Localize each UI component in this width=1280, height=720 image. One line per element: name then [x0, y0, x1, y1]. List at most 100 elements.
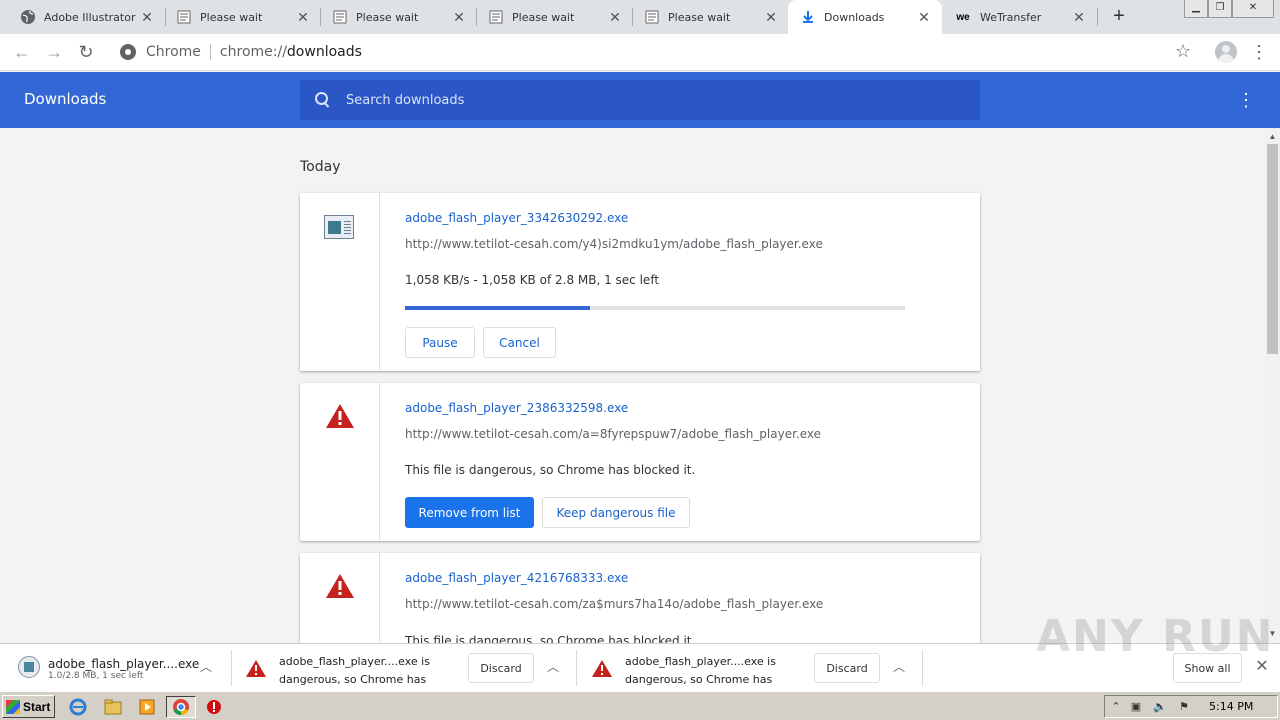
tab-adobe-illustrator[interactable]: Adobe Illustrator C ✕ [0, 0, 165, 34]
progress-fill [405, 306, 590, 310]
download-icon [800, 9, 816, 25]
scroll-up-arrow-icon[interactable]: ▲ [1265, 130, 1280, 144]
watermark-text: ANY RUN [1036, 611, 1275, 662]
forward-button[interactable]: → [42, 40, 66, 64]
shelf-progress-text: 1.0/2.8 MB, 1 sec left [48, 671, 144, 681]
media-player-icon[interactable] [135, 696, 159, 718]
page-title: Downloads [24, 90, 107, 108]
system-tray: ⌃ ▣ 🔈 ⚑ 5:14 PM [1104, 695, 1278, 718]
file-url-link[interactable]: http://www.tetilot-cesah.com/za$murs7ha1… [405, 597, 823, 611]
chevron-up-icon[interactable]: ︿ [891, 659, 907, 675]
tab-title: WeTransfer [980, 10, 1042, 24]
close-icon[interactable]: ✕ [139, 9, 155, 25]
browser-toolbar: ← → ↻ Chrome chrome://downloads ☆ ⋮ [0, 34, 1280, 71]
shelf-item: adobe_flash_player....exe is dangerous, s… [577, 644, 922, 704]
flag-icon[interactable]: ⚑ [1177, 700, 1191, 714]
chevron-up-icon[interactable]: ︿ [198, 659, 214, 675]
tab-title: Please wait [200, 10, 263, 24]
tab-wetransfer[interactable]: we WeTransfer ✕ [942, 0, 1097, 34]
chrome-icon [120, 44, 136, 60]
danger-message: This file is dangerous, so Chrome has bl… [405, 634, 696, 643]
tab-strip: Adobe Illustrator C ✕ Please wait ✕ Plea… [0, 0, 1280, 34]
close-icon[interactable]: ✕ [607, 9, 623, 25]
tab-please-wait-2[interactable]: Please wait ✕ [312, 0, 477, 34]
clock: 5:14 PM [1209, 700, 1254, 713]
windows-taskbar: Start ⌃ ▣ 🔈 ⚑ 5:14 PM [0, 691, 1280, 720]
danger-message: This file is dangerous, so Chrome has bl… [405, 463, 696, 477]
date-heading: Today [300, 159, 341, 175]
warning-icon [326, 574, 354, 598]
exe-file-icon [324, 215, 354, 239]
reload-button[interactable]: ↻ [74, 40, 98, 64]
windows-logo-icon [6, 699, 20, 714]
discard-button[interactable]: Discard [468, 653, 534, 683]
tab-title: Please wait [512, 10, 575, 24]
file-url-link[interactable]: http://www.tetilot-cesah.com/a=8fyrepspu… [405, 427, 821, 441]
restore-button[interactable]: ❐ [1208, 0, 1232, 18]
file-name-link[interactable]: adobe_flash_player_2386332598.exe [405, 401, 628, 415]
start-button[interactable]: Start [2, 695, 55, 718]
file-name-link[interactable]: adobe_flash_player_3342630292.exe [405, 211, 628, 225]
new-tab-button[interactable]: + [1109, 6, 1129, 26]
scroll-thumb[interactable] [1267, 144, 1278, 354]
tab-title: Downloads [824, 10, 885, 24]
shelf-item[interactable]: adobe_flash_player....exe 1.0/2.8 MB, 1 … [0, 644, 228, 692]
site-label: Chrome [146, 44, 201, 60]
search-input[interactable] [346, 92, 946, 108]
internet-explorer-icon[interactable] [66, 696, 90, 718]
page-icon [176, 9, 192, 25]
scrollbar[interactable]: ▲ ▼ [1265, 128, 1280, 643]
tab-title: Please wait [356, 10, 419, 24]
tray-expand-icon[interactable]: ⌃ [1109, 700, 1123, 714]
close-icon[interactable]: ✕ [295, 9, 311, 25]
progress-bar [405, 306, 905, 310]
volume-icon[interactable]: 🔈 [1153, 700, 1167, 714]
downloads-list: Today adobe_flash_player_3342630292.exe … [0, 128, 1265, 643]
remove-from-list-button[interactable]: Remove from list [405, 497, 534, 528]
network-icon[interactable]: ▣ [1129, 700, 1143, 714]
cancel-button[interactable]: Cancel [483, 327, 556, 358]
tab-title: Adobe Illustrator C [44, 10, 139, 24]
tab-please-wait-3[interactable]: Please wait ✕ [468, 0, 633, 34]
tab-downloads[interactable]: Downloads ✕ [788, 0, 942, 34]
address-bar[interactable]: Chrome chrome://downloads [108, 37, 1208, 67]
page-icon [644, 9, 660, 25]
page-icon [332, 9, 348, 25]
file-explorer-icon[interactable] [101, 696, 125, 718]
chevron-up-icon[interactable]: ︿ [545, 659, 561, 675]
stop-sign-icon[interactable] [202, 696, 226, 718]
close-window-button[interactable]: ✕ [1232, 0, 1274, 18]
download-item: adobe_flash_player_2386332598.exe http:/… [300, 383, 980, 541]
download-status: 1,058 KB/s - 1,058 KB of 2.8 MB, 1 sec l… [405, 273, 660, 287]
close-icon[interactable]: ✕ [451, 9, 467, 25]
discard-button[interactable]: Discard [814, 653, 880, 683]
exe-file-icon [18, 656, 40, 678]
keep-dangerous-file-button[interactable]: Keep dangerous file [542, 497, 690, 528]
globe-icon [20, 9, 36, 25]
minimize-button[interactable]: ▁ [1184, 0, 1208, 18]
tab-please-wait-4[interactable]: Please wait ✕ [624, 0, 789, 34]
file-url-link[interactable]: http://www.tetilot-cesah.com/y4)si2mdku1… [405, 237, 823, 251]
browser-menu-icon[interactable]: ⋮ [1250, 40, 1268, 64]
download-item: adobe_flash_player_3342630292.exe http:/… [300, 193, 980, 371]
search-bar[interactable] [300, 80, 980, 120]
download-item: adobe_flash_player_4216768333.exe http:/… [300, 553, 980, 643]
more-actions-icon[interactable]: ⋮ [1236, 88, 1256, 112]
url-text: chrome://downloads [219, 44, 362, 60]
pause-button[interactable]: Pause [405, 327, 475, 358]
close-icon[interactable]: ✕ [1071, 9, 1087, 25]
bookmark-star-icon[interactable]: ☆ [1175, 41, 1191, 62]
file-name-link[interactable]: adobe_flash_player_4216768333.exe [405, 571, 628, 585]
warning-icon [246, 660, 266, 677]
wetransfer-icon: we [956, 11, 970, 23]
tab-please-wait-1[interactable]: Please wait ✕ [156, 0, 321, 34]
warning-icon [326, 404, 354, 428]
tab-title: Please wait [668, 10, 731, 24]
close-icon[interactable]: ✕ [763, 9, 779, 25]
page-icon [488, 9, 504, 25]
close-icon[interactable]: ✕ [916, 9, 932, 25]
chrome-taskbar-icon[interactable] [166, 696, 196, 718]
profile-avatar[interactable] [1215, 41, 1237, 63]
shelf-item: adobe_flash_player....exe is dangerous, s… [231, 644, 576, 704]
back-button[interactable]: ← [10, 40, 34, 64]
